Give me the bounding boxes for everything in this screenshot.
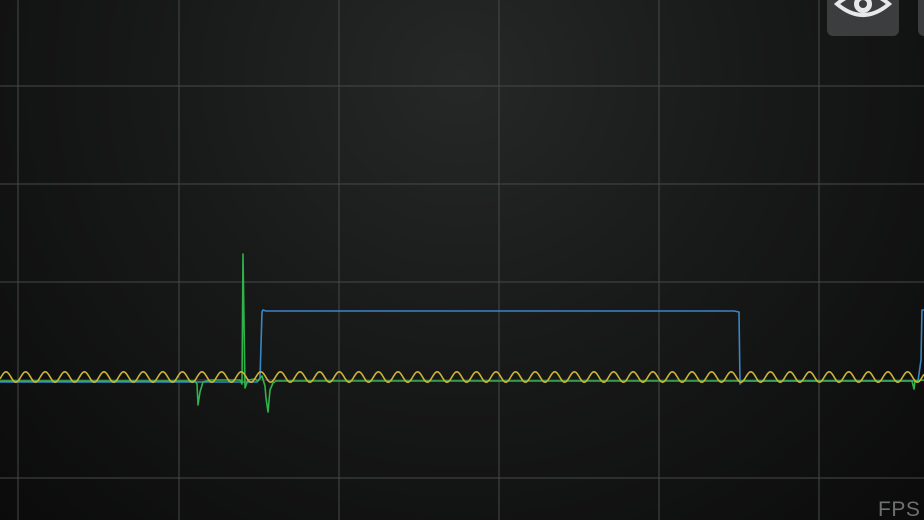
green-trace — [0, 253, 924, 413]
oscilloscope-screen: FPS — [0, 0, 924, 520]
visibility-button[interactable] — [827, 0, 899, 36]
scope-plot — [0, 0, 924, 520]
toolbar-button-partial[interactable] — [918, 0, 924, 36]
blue-trace — [0, 309, 924, 385]
traces — [0, 253, 924, 413]
fps-label: FPS — [878, 498, 921, 520]
grid — [0, 0, 924, 520]
eye-icon — [833, 0, 893, 25]
